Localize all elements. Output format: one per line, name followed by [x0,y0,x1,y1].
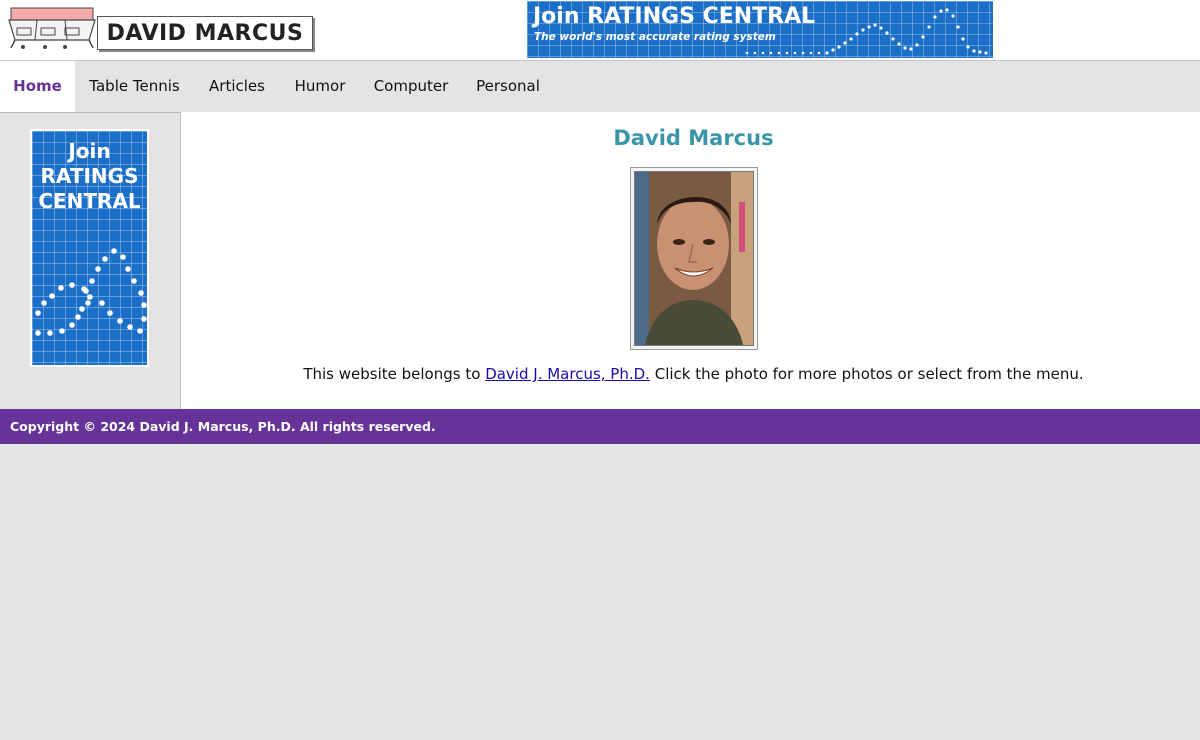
intro-text: This website belongs to David J. Marcus,… [181,365,1200,383]
sidebar-ratings-central-banner[interactable]: Join RATINGS CENTRAL [30,129,149,367]
nav-item-personal[interactable]: Personal [462,61,554,112]
site-header: DAVID MARCUS Join RATINGS CENTRAL The wo… [0,0,1200,61]
site-footer: Copyright © 2024 David J. Marcus, Ph.D. … [0,409,1200,444]
intro-text-before: This website belongs to [303,365,486,383]
site-name: DAVID MARCUS [97,16,313,50]
sidebar-banner-line: CENTRAL [38,189,141,213]
nav-item-home[interactable]: Home [0,61,75,112]
page-title: David Marcus [613,126,774,150]
author-link[interactable]: David J. Marcus, Ph.D. [485,365,650,383]
nav-item-table-tennis[interactable]: Table Tennis [75,61,194,112]
nav-item-humor[interactable]: Humor [280,61,360,112]
portrait-photo-icon [634,171,754,346]
sidebar-banner-text: Join RATINGS CENTRAL [32,139,147,214]
intro-text-after: Click the photo for more photos or selec… [649,365,1084,383]
main-content: David Marcus This website belongs to Dav… [180,112,1200,409]
face-illustration [635,172,753,345]
copyright-text: Copyright © 2024 David J. Marcus, Ph.D. … [10,419,436,434]
banner-tagline: The world's most accurate rating system [534,31,776,43]
ping-pong-table-icon [8,7,96,49]
nav-item-articles[interactable]: Articles [194,61,280,112]
sidebar-banner-line: Join [68,139,111,163]
main-nav: Home Table Tennis Articles Humor Compute… [0,61,1200,113]
sidebar-banner-line: RATINGS [40,164,139,188]
nav-item-computer[interactable]: Computer [360,61,462,112]
banner-title: Join RATINGS CENTRAL [533,4,816,29]
ratings-central-banner[interactable]: Join RATINGS CENTRAL The world's most ac… [527,1,993,58]
site-logo[interactable]: DAVID MARCUS [7,6,313,54]
profile-photo-link[interactable] [630,167,758,350]
